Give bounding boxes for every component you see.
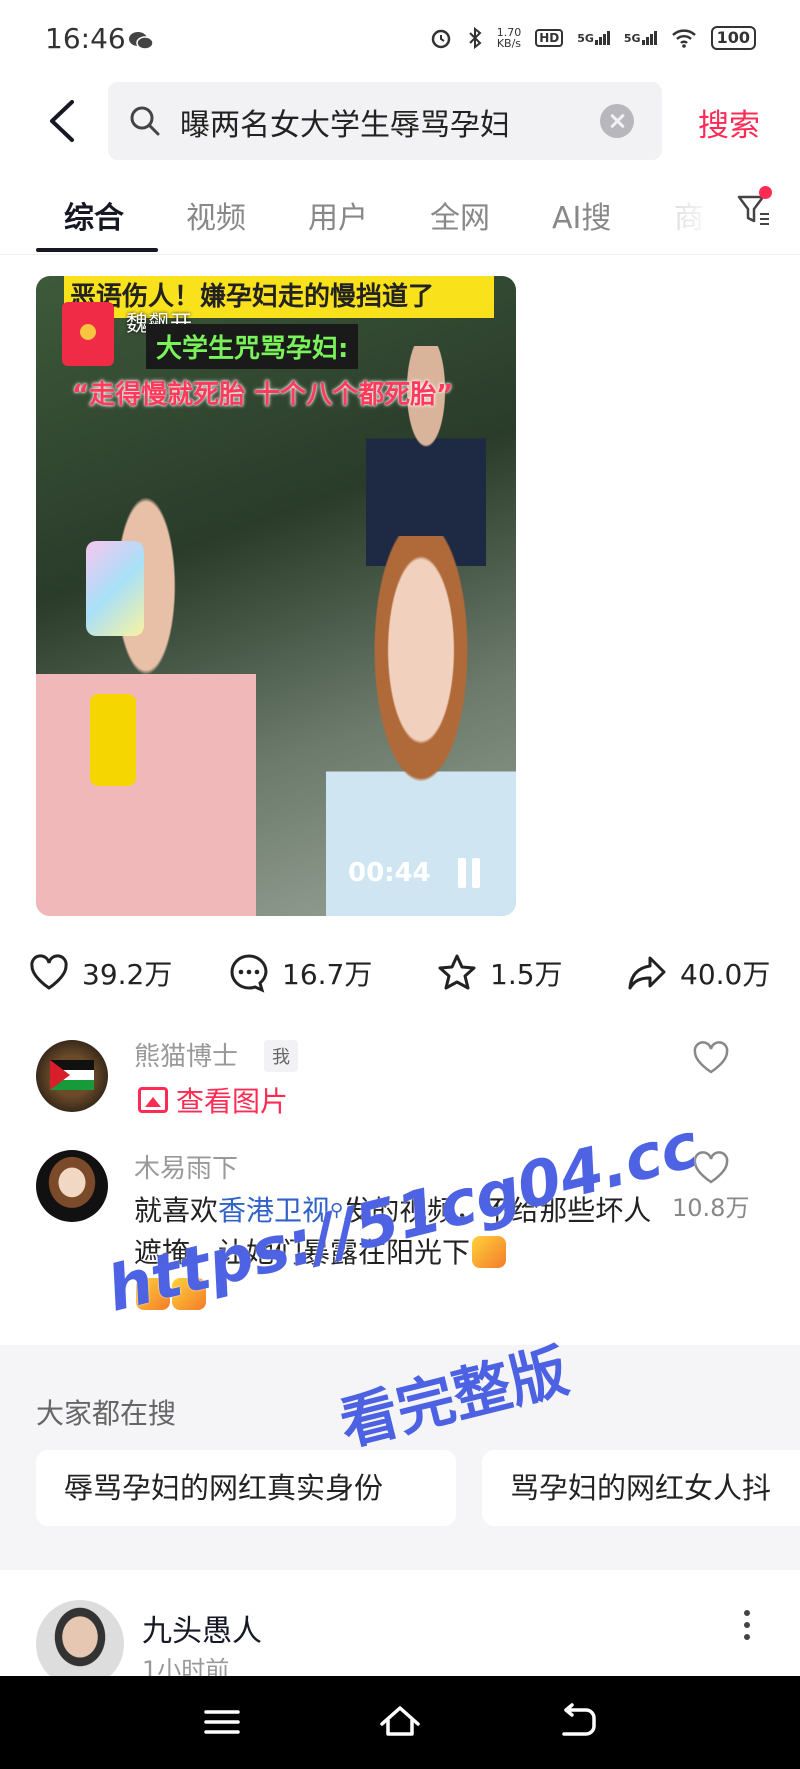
comment-username[interactable]: 熊猫博士 bbox=[134, 1036, 238, 1073]
comment-icon bbox=[230, 954, 268, 993]
status-right-cluster: 1.70 KB/s HD 5G 5G 100 bbox=[429, 26, 756, 50]
view-image-link[interactable]: 查看图片 bbox=[138, 1080, 288, 1120]
comment-text-part: 就喜欢 bbox=[134, 1194, 219, 1227]
tab-ai-search[interactable]: AI搜 bbox=[552, 193, 611, 237]
like-button[interactable]: 39.2万 bbox=[28, 952, 172, 994]
pause-icon[interactable] bbox=[456, 858, 482, 888]
avatar[interactable] bbox=[36, 1150, 108, 1222]
search-button[interactable]: 搜索 bbox=[698, 100, 760, 145]
comment-count: 16.7万 bbox=[282, 958, 373, 991]
video-person-left bbox=[36, 476, 256, 916]
bluetooth-icon bbox=[468, 26, 482, 50]
hot-search-chip[interactable]: 骂孕妇的网红女人抖 bbox=[482, 1450, 800, 1526]
hd-badge: HD bbox=[535, 29, 564, 47]
wifi-icon bbox=[671, 29, 696, 48]
video-thumbnail[interactable]: 恶语伤人！嫌孕妇走的慢挡道了 魏飙开 大学生咒骂孕妇: “走得慢就死胎 十个八个… bbox=[36, 276, 516, 916]
like-count: 39.2万 bbox=[82, 958, 173, 991]
status-bar: 16:46 1.70 KB/s HD 5G 5G 100 bbox=[0, 0, 800, 80]
back-arrow-icon[interactable] bbox=[44, 98, 84, 144]
tab-videos[interactable]: 视频 bbox=[186, 193, 246, 237]
back-nav-icon[interactable] bbox=[556, 1700, 600, 1744]
comment-like-count: 10.8万 bbox=[672, 1194, 750, 1222]
video-yellow-case bbox=[90, 694, 136, 786]
alarm-icon bbox=[431, 29, 450, 49]
heart-icon bbox=[30, 954, 68, 990]
hot-search-chip[interactable]: 辱骂孕妇的网红真实身份 bbox=[36, 1450, 456, 1526]
video-duration: 00:44 bbox=[348, 858, 431, 888]
status-time: 16:46 bbox=[45, 22, 126, 55]
share-button[interactable]: 40.0万 bbox=[626, 952, 770, 994]
comment-username[interactable]: 木易雨下 bbox=[134, 1148, 238, 1185]
comment-button[interactable]: 16.7万 bbox=[228, 952, 372, 994]
tabs-divider bbox=[0, 254, 800, 255]
menu-icon[interactable] bbox=[200, 1700, 244, 1744]
search-box[interactable]: 曝两名女大学生辱骂孕妇 bbox=[108, 82, 662, 160]
system-nav-bar bbox=[0, 1676, 800, 1769]
hot-search-title: 大家都在搜 bbox=[36, 1397, 177, 1430]
more-options-icon[interactable] bbox=[742, 1610, 752, 1644]
favorite-count: 1.5万 bbox=[490, 958, 563, 991]
search-icon bbox=[130, 106, 160, 136]
favorite-button[interactable]: 1.5万 bbox=[436, 952, 563, 994]
avatar[interactable] bbox=[36, 1040, 108, 1112]
image-icon bbox=[138, 1087, 168, 1113]
star-icon bbox=[438, 954, 476, 990]
view-image-label: 查看图片 bbox=[176, 1085, 289, 1118]
me-tag: 我 bbox=[264, 1040, 298, 1072]
tab-all-web[interactable]: 全网 bbox=[430, 193, 490, 237]
comment-like-icon[interactable] bbox=[692, 1040, 730, 1076]
signal-5g-1: 5G bbox=[577, 31, 610, 45]
search-input[interactable]: 曝两名女大学生辱骂孕妇 bbox=[180, 100, 590, 144]
video-subtitle-1: 大学生咒骂孕妇: bbox=[146, 324, 359, 369]
active-tab-indicator bbox=[36, 248, 158, 252]
author-name[interactable]: 九头愚人 bbox=[142, 1606, 262, 1650]
share-arrow-icon bbox=[628, 956, 666, 990]
video-subtitle-2: “走得慢就死胎 十个八个都死胎” bbox=[72, 380, 454, 410]
battery-indicator: 100 bbox=[710, 26, 756, 50]
avatar[interactable] bbox=[36, 1600, 124, 1688]
thumbs-up-emoji-icon bbox=[472, 1236, 507, 1268]
home-icon[interactable] bbox=[378, 1700, 422, 1744]
red-packet-icon[interactable] bbox=[62, 302, 114, 366]
signal-5g-2: 5G bbox=[624, 31, 657, 45]
share-count: 40.0万 bbox=[680, 958, 771, 991]
wechat-icon bbox=[129, 32, 154, 50]
filter-notification-dot bbox=[759, 186, 772, 199]
tab-comprehensive[interactable]: 综合 bbox=[64, 193, 124, 237]
net-speed: 1.70 KB/s bbox=[496, 26, 522, 50]
video-phone bbox=[86, 541, 144, 636]
clear-search-icon[interactable] bbox=[600, 104, 634, 138]
tab-users[interactable]: 用户 bbox=[308, 193, 368, 237]
palestine-flag-icon bbox=[50, 1060, 94, 1090]
